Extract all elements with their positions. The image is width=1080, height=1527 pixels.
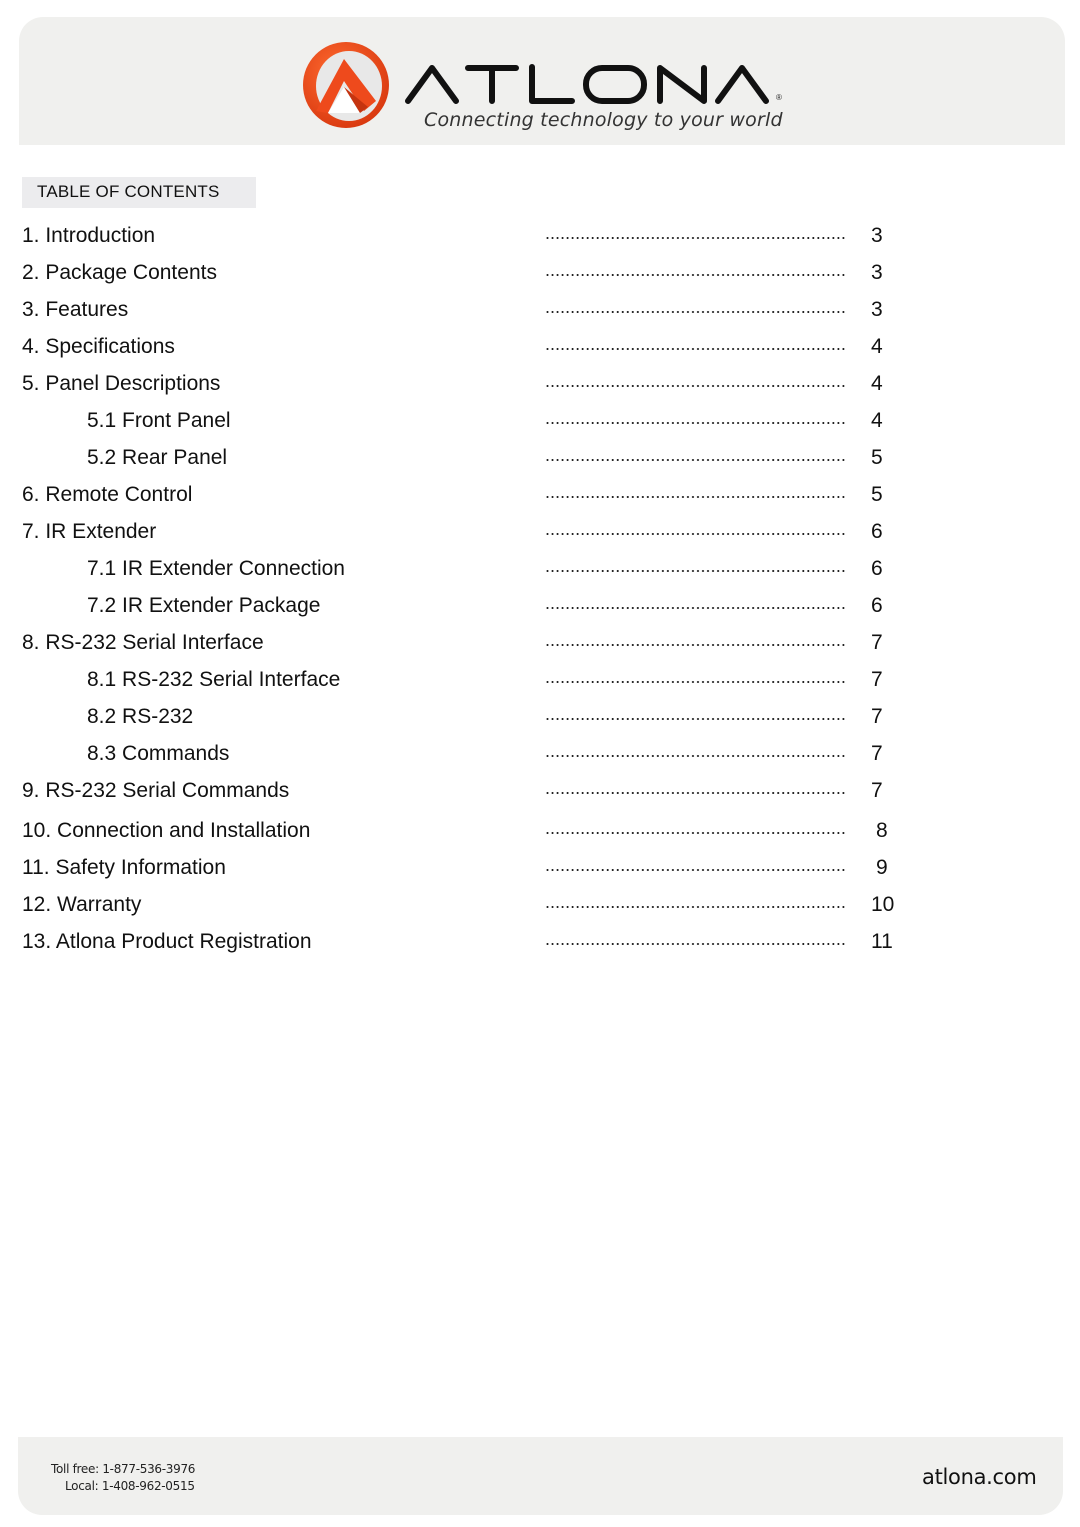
toll-free-line: Toll free: 1-877-536-3976 — [51, 1462, 195, 1476]
dot-leader — [545, 459, 846, 461]
toc-entry-page: 7 — [871, 779, 883, 802]
website-link[interactable]: atlona.com — [922, 1465, 1037, 1489]
toc-entry[interactable]: 12. Warranty 10 — [0, 893, 1080, 923]
toc-entry-page: 9 — [876, 856, 888, 879]
toc-entry-title: 5.2 Rear Panel — [87, 446, 228, 469]
local-line: Local: 1-408-962-0515 — [65, 1479, 195, 1493]
toc-entry-title: 2. Package Contents — [22, 261, 217, 284]
toc-entry-title: 4. Specifications — [22, 335, 175, 358]
toc-entry-title: 1. Introduction — [22, 224, 156, 247]
toc-entry[interactable]: 7. IR Extender 6 — [0, 520, 1080, 550]
toc-entry-page: 4 — [871, 335, 883, 358]
toc-entry-title: 7.1 IR Extender Connection — [87, 557, 345, 580]
dot-leader — [545, 943, 846, 945]
toc-entry-title: 6. Remote Control — [22, 483, 193, 506]
dot-leader — [545, 869, 846, 871]
toc-entry-page: 3 — [871, 224, 883, 247]
toc-entry[interactable]: 9. RS-232 Serial Commands 7 — [0, 779, 1080, 809]
toc-entry-page: 6 — [871, 594, 883, 617]
toc-entry[interactable]: 11. Safety Information 9 — [0, 856, 1080, 886]
toc-entry-title: 7. IR Extender — [22, 520, 157, 543]
toc-entry[interactable]: 3. Features 3 — [0, 298, 1080, 328]
toc-entry-page: 11 — [871, 930, 893, 953]
dot-leader — [545, 533, 846, 535]
atlona-logo-icon — [303, 42, 389, 128]
dot-leader — [545, 385, 846, 387]
toc-entry-title: 11. Safety Information — [22, 856, 226, 879]
toc-entry[interactable]: 5.1 Front Panel 4 — [0, 409, 1080, 439]
toc-entry-title: 8.3 Commands — [87, 742, 230, 765]
toc-entry-title: 8. RS-232 Serial Interface — [22, 631, 264, 654]
toc-entry-page: 8 — [876, 819, 888, 842]
dot-leader — [545, 718, 846, 720]
toc-entry[interactable]: 2. Package Contents 3 — [0, 261, 1080, 291]
toc-entry-page: 4 — [871, 409, 883, 432]
dot-leader — [545, 906, 846, 908]
toll-free-label: Toll free: — [51, 1462, 99, 1476]
toc-entry-title: 5.1 Front Panel — [87, 409, 231, 432]
toc-heading-box: TABLE OF CONTENTS — [22, 177, 256, 208]
atlona-wordmark — [405, 64, 769, 104]
toc-entry-page: 3 — [871, 298, 883, 321]
toc-entry-page: 7 — [871, 631, 883, 654]
toc-entry-title: 10. Connection and Installation — [22, 819, 311, 842]
toll-free-number: 1-877-536-3976 — [102, 1462, 196, 1476]
registered-mark: ® — [776, 93, 782, 102]
footer-banner — [18, 1437, 1063, 1515]
dot-leader — [545, 644, 846, 646]
toc-entry[interactable]: 8. RS-232 Serial Interface 7 — [0, 631, 1080, 661]
toc-entry-page: 7 — [871, 668, 883, 691]
dot-leader — [545, 792, 846, 794]
toc-entry-title: 5. Panel Descriptions — [22, 372, 221, 395]
dot-leader — [545, 237, 846, 239]
dot-leader — [545, 755, 846, 757]
toc-entry[interactable]: 8.1 RS-232 Serial Interface 7 — [0, 668, 1080, 698]
toc-entry[interactable]: 5. Panel Descriptions 4 — [0, 372, 1080, 402]
toc-entry[interactable]: 1. Introduction 3 — [0, 224, 1080, 254]
toc-entry-page: 6 — [871, 557, 883, 580]
toc-entry[interactable]: 8.2 RS-232 7 — [0, 705, 1080, 735]
toc-entry-page: 6 — [871, 520, 883, 543]
dot-leader — [545, 422, 846, 424]
toc-entry-page: 7 — [871, 705, 883, 728]
toc-entry-page: 3 — [871, 261, 883, 284]
local-label: Local: — [65, 1479, 99, 1493]
dot-leader — [545, 607, 846, 609]
toc-entry-title: 8.2 RS-232 — [87, 705, 194, 728]
toc-entry-title: 9. RS-232 Serial Commands — [22, 779, 290, 802]
local-number: 1-408-962-0515 — [101, 1479, 195, 1493]
tagline: Connecting technology to your world — [424, 109, 783, 131]
dot-leader — [545, 496, 846, 498]
toc-entry-title: 12. Warranty — [22, 893, 142, 916]
toc-entry[interactable]: 10. Connection and Installation 8 — [0, 819, 1080, 849]
toc-entry[interactable]: 4. Specifications 4 — [0, 335, 1080, 365]
toc-entry[interactable]: 6. Remote Control 5 — [0, 483, 1080, 513]
toc-entry-title: 13. Atlona Product Registration — [22, 930, 312, 953]
toc-entry-title: 7.2 IR Extender Package — [87, 594, 321, 617]
toc-entry-page: 7 — [871, 742, 883, 765]
toc-entry[interactable]: 13. Atlona Product Registration 11 — [0, 930, 1080, 960]
toc-entry-page: 10 — [871, 893, 895, 916]
toc-entry[interactable]: 7.2 IR Extender Package 6 — [0, 594, 1080, 624]
dot-leader — [545, 311, 846, 313]
toc-entry[interactable]: 8.3 Commands 7 — [0, 742, 1080, 772]
toc-entry-page: 5 — [871, 483, 883, 506]
dot-leader — [545, 681, 846, 683]
dot-leader — [545, 570, 846, 572]
toc-entry-title: 3. Features — [22, 298, 129, 321]
dot-leader — [545, 274, 846, 276]
toc-entry[interactable]: 7.1 IR Extender Connection 6 — [0, 557, 1080, 587]
toc-entry-page: 5 — [871, 446, 883, 469]
toc-heading: TABLE OF CONTENTS — [37, 182, 220, 201]
dot-leader — [545, 832, 846, 834]
toc-entry-title: 8.1 RS-232 Serial Interface — [87, 668, 341, 691]
toc-entry[interactable]: 5.2 Rear Panel 5 — [0, 446, 1080, 476]
toc-entry-page: 4 — [871, 372, 883, 395]
dot-leader — [545, 348, 846, 350]
